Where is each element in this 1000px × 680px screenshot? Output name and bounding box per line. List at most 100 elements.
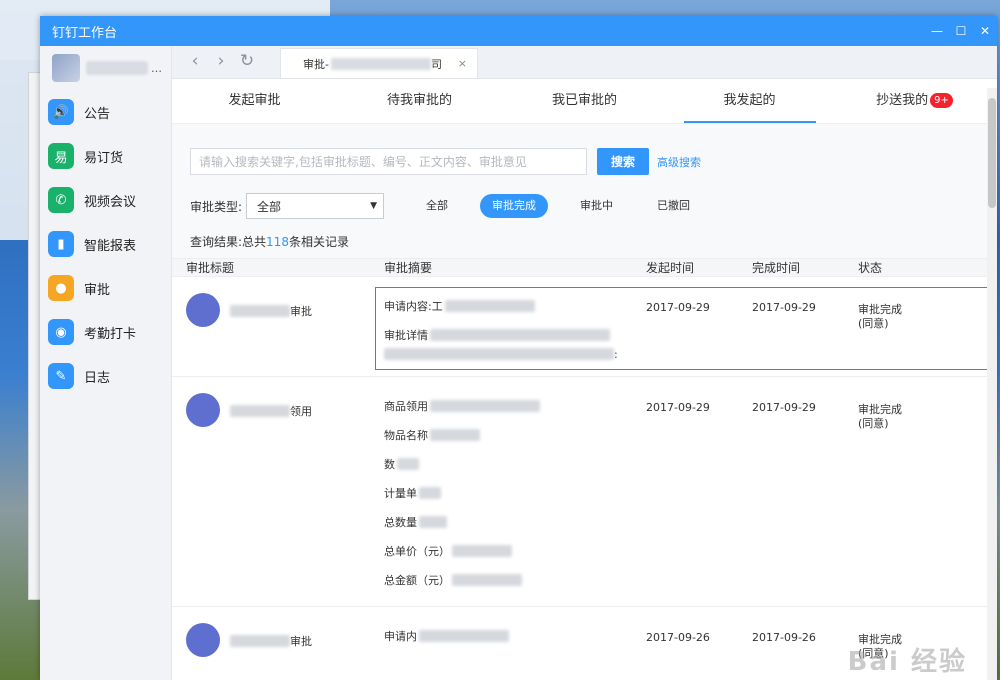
- header-start-time: 发起时间: [646, 261, 695, 275]
- summary-line: 数: [384, 457, 646, 471]
- sidebar-item-label: 日志: [84, 370, 111, 386]
- redacted-text: [419, 630, 509, 642]
- approval-summary: 申请内容:工 审批详情:: [384, 277, 646, 376]
- sidebar: … 🔊 公告易易订货 ✆ 视频会议 ▮ 智能报表 ● 审批 ◉ 考勤打卡 ✎ 日志: [40, 46, 172, 680]
- sidebar-item-3[interactable]: ▮ 智能报表: [40, 222, 171, 266]
- redacted-text: [452, 574, 522, 586]
- summary-line: :: [384, 347, 646, 361]
- search-input[interactable]: [190, 148, 587, 175]
- subtab-2[interactable]: 我已审批的: [502, 79, 667, 123]
- redacted-text: [452, 545, 512, 557]
- approval-type-select[interactable]: 全部 ▼: [246, 193, 385, 219]
- summary-line: 审批详情: [384, 328, 646, 342]
- approval-type-label: 审批类型:: [190, 199, 243, 214]
- sidebar-item-5[interactable]: ◉ 考勤打卡: [40, 310, 171, 354]
- start-time: 2017-09-29: [646, 401, 710, 414]
- result-summary: 查询结果:总共118条相关记录: [190, 235, 349, 249]
- subtab-label: 待我审批的: [386, 93, 452, 108]
- main-panel: ‹ › ↻ 审批- 司 × 发起审批 待我审批的 我已审批的 我发起的 抄送我的9+ 搜…: [172, 46, 997, 680]
- summary-line: 商品领用: [384, 399, 646, 413]
- account-switcher[interactable]: …: [40, 46, 171, 90]
- header-summary: 审批摘要: [384, 261, 433, 275]
- avatar: [186, 293, 220, 327]
- redacted-text: [397, 458, 419, 470]
- tab-label-prefix: 审批-: [303, 57, 329, 71]
- account-name-redacted: [86, 61, 148, 75]
- tab-close-icon[interactable]: ×: [458, 57, 467, 70]
- search-button[interactable]: 搜索: [597, 148, 649, 175]
- scrollbar[interactable]: [987, 88, 997, 680]
- redacted-text: [230, 405, 290, 417]
- avatar: [186, 623, 220, 657]
- subtab-label: 我发起的: [723, 93, 776, 108]
- tab-bar: ‹ › ↻ 审批- 司 ×: [172, 46, 997, 79]
- sidebar-item-2[interactable]: ✆ 视频会议: [40, 178, 171, 222]
- select-value: 全部: [257, 199, 282, 214]
- phone-icon: ✆: [48, 187, 74, 213]
- refresh-icon[interactable]: ↻: [234, 46, 260, 76]
- redacted-text: [419, 487, 441, 499]
- table-header: 审批标题 审批摘要 发起时间 完成时间 状态: [172, 258, 997, 277]
- table-row[interactable]: 领用 商品领用 物品名称数计量单 总数量 总单价（元） 总金额（元） 2017-09-29 2…: [172, 377, 997, 607]
- minimize-button[interactable]: —: [925, 24, 949, 38]
- sidebar-item-label: 考勤打卡: [84, 326, 137, 342]
- summary-line: 总数量: [384, 515, 646, 529]
- notification-badge: 9+: [930, 93, 953, 108]
- redacted-text: [230, 305, 290, 317]
- start-time: 2017-09-26: [646, 631, 710, 644]
- sidebar-item-6[interactable]: ✎ 日志: [40, 354, 171, 398]
- sidebar-item-label: 视频会议: [84, 194, 137, 210]
- status-badge: 审批完成 (同意): [858, 633, 902, 660]
- avatar: [52, 54, 80, 82]
- end-time: 2017-09-29: [752, 401, 816, 414]
- chart-icon: ▮: [48, 231, 74, 257]
- redacted-text: [430, 429, 480, 441]
- scroll-thumb[interactable]: [988, 98, 996, 208]
- sidebar-item-label: 审批: [84, 282, 111, 298]
- order-icon: 易: [48, 143, 74, 169]
- table-row[interactable]: 审批 申请内容:工 审批详情:2017-09-29 2017-09-29 审批完成 (同意…: [172, 277, 997, 377]
- header-status: 状态: [858, 261, 883, 275]
- filter-pill-1[interactable]: 审批完成: [480, 194, 549, 218]
- search-area: 搜索 高级搜索 审批类型: 全部 ▼ 全部审批完成审批中已撤回 查询结果:总共1…: [172, 124, 997, 258]
- start-time: 2017-09-29: [646, 301, 710, 314]
- filter-pill-0[interactable]: 全部: [414, 194, 460, 218]
- back-icon[interactable]: ‹: [182, 46, 208, 76]
- subtab-1[interactable]: 待我审批的: [337, 79, 502, 123]
- redacted-text: [430, 400, 540, 412]
- subtab-0[interactable]: 发起审批: [172, 79, 337, 123]
- approval-subtabs: 发起审批 待我审批的 我已审批的 我发起的 抄送我的 9+: [172, 79, 997, 124]
- end-time: 2017-09-29: [752, 301, 816, 314]
- filter-pill-3[interactable]: 已撤回: [645, 194, 702, 218]
- header-end-time: 完成时间: [752, 261, 801, 275]
- subtab-3[interactable]: 我发起的: [667, 79, 832, 123]
- tab-label-suffix: 司: [430, 57, 442, 71]
- subtab-label: 发起审批: [228, 93, 281, 108]
- summary-line: 申请内: [384, 629, 646, 643]
- filter-pill-2[interactable]: 审批中: [568, 194, 625, 218]
- table-row[interactable]: 审批 申请内 2017-09-26 2017-09-26 审批完成 (同意): [172, 607, 997, 680]
- chevron-down-icon: ▼: [370, 201, 378, 211]
- location-icon: ◉: [48, 319, 74, 345]
- subtab-4[interactable]: 抄送我的 9+: [832, 79, 997, 123]
- log-icon: ✎: [48, 363, 74, 389]
- approval-summary: 商品领用 物品名称数计量单 总数量 总单价（元） 总金额（元）: [384, 377, 646, 606]
- summary-line: 总单价（元）: [384, 544, 646, 558]
- forward-icon[interactable]: ›: [208, 46, 234, 76]
- close-button[interactable]: ✕: [973, 24, 997, 38]
- sidebar-item-1[interactable]: 易易订货: [40, 134, 171, 178]
- speaker-icon: 🔊: [48, 99, 74, 125]
- sidebar-item-label: 智能报表: [84, 238, 137, 254]
- sidebar-item-4[interactable]: ● 审批: [40, 266, 171, 310]
- subtab-label: 我已审批的: [551, 93, 617, 108]
- maximize-button[interactable]: ☐: [949, 24, 973, 38]
- redacted-text: [444, 300, 535, 312]
- advanced-search-link[interactable]: 高级搜索: [657, 154, 701, 170]
- avatar: [186, 393, 220, 427]
- app-window: 钉钉工作台 — ☐ ✕ … 🔊 公告易易订货 ✆ 视频会议 ▮ 智能报表 ● 审批 ◉ 考勤打卡 ✎…: [40, 16, 997, 680]
- sidebar-item-0[interactable]: 🔊 公告: [40, 90, 171, 134]
- approval-list: 审批 申请内容:工 审批详情:2017-09-29 2017-09-29 审批完成 (同意…: [172, 277, 997, 680]
- result-count: 118: [266, 235, 289, 249]
- summary-line: 申请内容:工: [384, 299, 646, 313]
- tab-approval[interactable]: 审批- 司 ×: [280, 48, 478, 78]
